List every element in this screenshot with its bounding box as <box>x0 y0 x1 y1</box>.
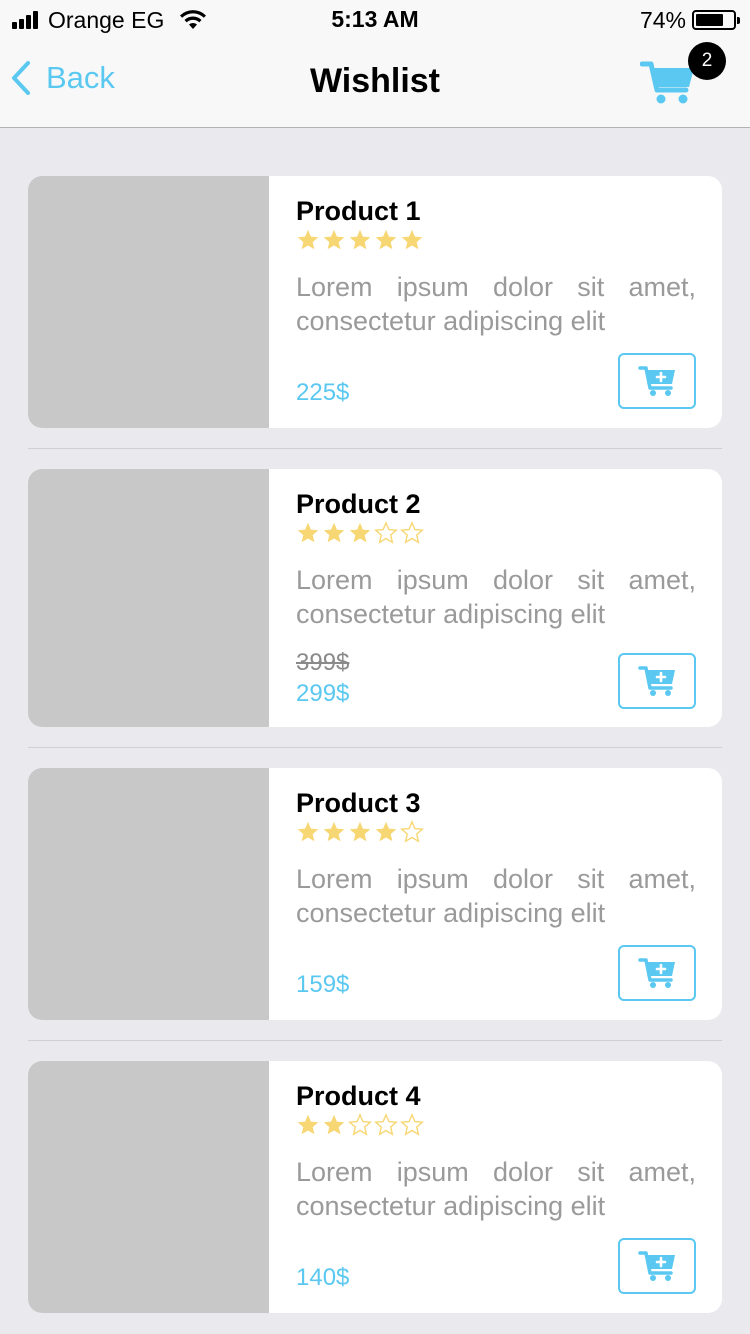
product-price: 225$ <box>296 379 350 406</box>
wishlist-list: Product 1 Lorem ipsum dolor sit amet, con… <box>28 176 722 1313</box>
product-rating <box>296 228 426 252</box>
status-bar: Orange EG 5:13 AM 74% <box>0 0 750 40</box>
star-filled-icon <box>349 229 371 250</box>
product-price: 159$ <box>296 971 350 998</box>
product-old-price: 399$ <box>296 649 350 676</box>
product-description: Lorem ipsum dolor sit amet, consectetur … <box>296 1157 696 1221</box>
product-info: Product 1 Lorem ipsum dolor sit amet, con… <box>296 176 696 428</box>
product-card[interactable]: Product 2 Lorem ipsum dolor sit amet, con… <box>28 469 722 727</box>
list-divider <box>28 747 722 748</box>
list-divider <box>28 448 722 449</box>
add-to-cart-icon <box>638 666 675 696</box>
product-price: 299$ <box>296 680 350 707</box>
product-name: Product 1 <box>296 196 421 226</box>
star-filled-icon <box>349 522 371 543</box>
add-to-cart-button[interactable] <box>618 1238 696 1294</box>
product-info: Product 3 Lorem ipsum dolor sit amet, con… <box>296 768 696 1020</box>
product-info: Product 4 Lorem ipsum dolor sit amet, con… <box>296 1061 696 1313</box>
star-filled-icon <box>401 229 423 250</box>
product-description: Lorem ipsum dolor sit amet, consectetur … <box>296 272 696 336</box>
add-to-cart-button[interactable] <box>618 653 696 709</box>
add-to-cart-button[interactable] <box>618 353 696 409</box>
star-filled-icon <box>323 522 345 543</box>
product-rating <box>296 521 426 545</box>
add-to-cart-button[interactable] <box>618 945 696 1001</box>
star-outline-icon <box>374 521 398 544</box>
star-filled-icon <box>297 1114 319 1135</box>
product-image <box>28 1061 269 1313</box>
star-outline-icon <box>374 1113 398 1136</box>
star-filled-icon <box>375 229 397 250</box>
product-card[interactable]: Product 4 Lorem ipsum dolor sit amet, con… <box>28 1061 722 1313</box>
star-filled-icon <box>297 522 319 543</box>
add-to-cart-icon <box>638 1251 675 1281</box>
add-to-cart-icon <box>638 366 675 396</box>
battery-icon <box>692 10 740 30</box>
product-name: Product 3 <box>296 788 421 818</box>
product-image <box>28 176 269 428</box>
status-right: 74% <box>639 6 740 34</box>
product-name: Product 2 <box>296 489 421 519</box>
star-outline-icon <box>400 820 424 843</box>
star-filled-icon <box>349 821 371 842</box>
product-rating <box>296 1113 426 1137</box>
star-filled-icon <box>323 229 345 250</box>
product-description: Lorem ipsum dolor sit amet, consectetur … <box>296 864 696 928</box>
product-info: Product 2 Lorem ipsum dolor sit amet, con… <box>296 469 696 727</box>
navigation-bar: Back Wishlist 2 <box>0 40 750 128</box>
star-filled-icon <box>297 821 319 842</box>
add-to-cart-icon <box>638 958 675 988</box>
battery-percent: 74% <box>639 6 686 33</box>
product-image <box>28 469 269 727</box>
star-outline-icon <box>348 1113 372 1136</box>
product-description: Lorem ipsum dolor sit amet, consectetur … <box>296 565 696 629</box>
star-outline-icon <box>400 1113 424 1136</box>
status-time: 5:13 AM <box>331 6 419 32</box>
product-card[interactable]: Product 1 Lorem ipsum dolor sit amet, con… <box>28 176 722 428</box>
star-filled-icon <box>297 229 319 250</box>
product-name: Product 4 <box>296 1081 421 1111</box>
product-image <box>28 768 269 1020</box>
star-outline-icon <box>400 521 424 544</box>
star-filled-icon <box>323 821 345 842</box>
star-filled-icon <box>323 1114 345 1135</box>
product-card[interactable]: Product 3 Lorem ipsum dolor sit amet, con… <box>28 768 722 1020</box>
product-price: 140$ <box>296 1264 350 1291</box>
list-divider <box>28 1040 722 1041</box>
product-rating <box>296 820 426 844</box>
page-title: Wishlist <box>309 62 441 100</box>
star-filled-icon <box>375 821 397 842</box>
cart-count-badge: 2 <box>688 42 726 80</box>
